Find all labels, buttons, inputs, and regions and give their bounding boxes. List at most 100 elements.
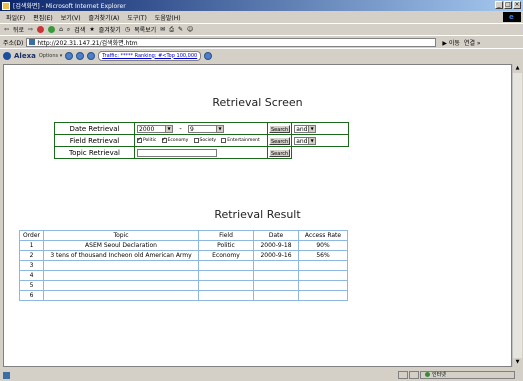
back-button[interactable]: 뒤로 bbox=[13, 25, 24, 34]
menu-view[interactable]: 보기(V) bbox=[61, 13, 81, 22]
retrieval-form: Date Retrieval 2000 ▼ - 9 ▼ Search and ▼ Fi… bbox=[54, 122, 350, 159]
table-row[interactable]: 3 bbox=[19, 260, 348, 271]
cell-topic[interactable] bbox=[43, 270, 199, 281]
society-label: Society bbox=[199, 138, 217, 143]
results-header-row: Order Topic Field Date Access Rate bbox=[19, 230, 348, 241]
cell-topic[interactable] bbox=[43, 260, 199, 271]
entertainment-checkbox[interactable] bbox=[221, 138, 227, 143]
print-icon[interactable]: ⎙ bbox=[169, 26, 174, 34]
search-button[interactable]: 검색 bbox=[74, 25, 85, 34]
menu-file[interactable]: 파일(F) bbox=[6, 13, 25, 22]
vertical-scrollbar[interactable]: ▲ ▼ bbox=[512, 64, 522, 367]
result-heading: Retrieval Result bbox=[214, 208, 301, 221]
stop-icon[interactable] bbox=[37, 26, 45, 33]
cell-access-rate bbox=[298, 290, 348, 301]
topic-retrieval-label: Topic Retrieval bbox=[54, 146, 135, 159]
cell-topic[interactable] bbox=[43, 290, 199, 301]
cell-date bbox=[253, 290, 299, 301]
field-retrieval-label: Field Retrieval bbox=[54, 134, 135, 147]
cell-date: 2000-9-18 bbox=[253, 240, 299, 251]
cell-topic[interactable]: ASEM Seoul Declaration bbox=[43, 240, 199, 251]
cell-field: Politic bbox=[198, 240, 254, 251]
cell-topic[interactable]: 3 tens of thousand Incheon old American … bbox=[43, 250, 199, 261]
alexa-info-icon[interactable] bbox=[65, 51, 74, 60]
status-cell bbox=[409, 371, 419, 379]
column-header-date: Date bbox=[253, 230, 299, 241]
results-table: Order Topic Field Date Access Rate 1 ASE… bbox=[19, 230, 348, 301]
messenger-icon[interactable]: ☺ bbox=[187, 26, 193, 33]
chevron-down-icon: ▼ bbox=[308, 125, 316, 132]
favorites-icon[interactable]: ★ bbox=[89, 26, 94, 33]
security-zone: 인터넷 bbox=[420, 371, 515, 379]
history-icon[interactable]: ◷ bbox=[125, 26, 130, 33]
zone-label: 인터넷 bbox=[432, 372, 446, 378]
cell-access-rate: 56% bbox=[298, 250, 348, 261]
field-search-button[interactable]: Search bbox=[269, 136, 291, 145]
address-url: http://202.31.147.21/검색화면.htm bbox=[37, 39, 138, 47]
table-row[interactable]: 2 3 tens of thousand Incheon old America… bbox=[19, 250, 348, 261]
scroll-down-icon[interactable]: ▼ bbox=[513, 358, 522, 367]
date-from-select[interactable]: 2000 ▼ bbox=[137, 124, 173, 133]
date-operator-select[interactable]: and ▼ bbox=[294, 124, 317, 133]
cell-order: 2 bbox=[19, 250, 44, 261]
maximize-button[interactable]: □ bbox=[504, 1, 512, 9]
cell-order: 4 bbox=[19, 270, 44, 281]
cell-order: 1 bbox=[19, 240, 44, 251]
alexa-name: Alexa bbox=[14, 51, 36, 60]
table-row[interactable]: 5 bbox=[19, 280, 348, 291]
forward-icon[interactable]: ⇨ bbox=[28, 26, 33, 33]
window-title: [검색화면] - Microsoft Internet Explorer bbox=[13, 3, 126, 10]
column-header-topic: Topic bbox=[43, 230, 199, 241]
politic-checkbox[interactable] bbox=[137, 136, 142, 143]
home-icon[interactable]: ⌂ bbox=[59, 26, 63, 33]
economy-checkbox[interactable] bbox=[161, 136, 167, 143]
cell-order: 3 bbox=[19, 260, 44, 271]
page-content: Retrieval Screen Date Retrieval 2000 ▼ - … bbox=[3, 64, 512, 367]
table-row[interactable]: 4 bbox=[19, 270, 348, 281]
alexa-options[interactable]: Options ▾ bbox=[39, 53, 62, 59]
table-row[interactable]: 1 ASEM Seoul Declaration Politic 2000-9-… bbox=[19, 240, 348, 251]
table-row[interactable]: 6 bbox=[19, 290, 348, 301]
society-checkbox[interactable] bbox=[193, 138, 199, 143]
cell-field bbox=[198, 290, 254, 301]
cell-field bbox=[198, 270, 254, 281]
links-button[interactable]: 연결 » bbox=[464, 38, 481, 47]
minimize-button[interactable]: _ bbox=[495, 1, 503, 9]
address-bar: 주소(D) http://202.31.147.21/검색화면.htm ▶ 이동… bbox=[0, 35, 523, 48]
scroll-up-icon[interactable]: ▲ bbox=[513, 64, 522, 73]
menu-help[interactable]: 도움말(H) bbox=[155, 13, 181, 22]
edit-icon[interactable]: ✎ bbox=[178, 26, 183, 33]
date-to-select[interactable]: 9 ▼ bbox=[188, 124, 224, 133]
status-cell bbox=[398, 371, 408, 379]
status-bar: 인터넷 bbox=[0, 369, 523, 381]
go-button[interactable]: ▶ 이동 bbox=[442, 38, 460, 47]
close-button[interactable]: × bbox=[513, 1, 521, 9]
search-icon[interactable]: ⌕ bbox=[67, 26, 70, 34]
page-heading: Retrieval Screen bbox=[212, 96, 303, 109]
alexa-traffic-link[interactable]: Traffic: ***** Ranking: #<Top 100,000 bbox=[98, 50, 202, 61]
chevron-down-icon: ▼ bbox=[165, 125, 172, 132]
chevron-down-icon: ▼ bbox=[216, 125, 223, 132]
menu-edit[interactable]: 편집(E) bbox=[33, 13, 53, 22]
cell-field: Economy bbox=[198, 250, 254, 261]
alexa-related-icon[interactable] bbox=[76, 51, 85, 60]
history-button[interactable]: 목록보기 bbox=[134, 25, 156, 34]
refresh-icon[interactable] bbox=[48, 26, 56, 33]
address-input[interactable]: http://202.31.147.21/검색화면.htm bbox=[26, 37, 437, 47]
alexa-help-icon[interactable] bbox=[204, 51, 213, 60]
go-label: 이동 bbox=[448, 39, 460, 47]
menu-favorites[interactable]: 즐겨찾기(A) bbox=[89, 13, 120, 22]
alexa-search-icon[interactable] bbox=[87, 51, 96, 60]
economy-label: Economy bbox=[167, 138, 189, 143]
mail-icon[interactable]: ✉ bbox=[160, 26, 165, 33]
back-icon[interactable]: ⇦ bbox=[4, 26, 9, 33]
topic-retrieval-row: Topic Retrieval Search bbox=[54, 146, 349, 159]
cell-topic[interactable] bbox=[43, 280, 199, 291]
topic-input[interactable] bbox=[137, 148, 217, 157]
date-search-button[interactable]: Search bbox=[269, 124, 291, 133]
menu-tools[interactable]: 도구(T) bbox=[127, 13, 146, 22]
topic-search-button[interactable]: Search bbox=[269, 148, 291, 157]
field-operator-select[interactable]: and ▼ bbox=[294, 136, 317, 145]
favorites-button[interactable]: 즐겨찾기 bbox=[99, 25, 121, 34]
cell-access-rate bbox=[298, 280, 348, 291]
